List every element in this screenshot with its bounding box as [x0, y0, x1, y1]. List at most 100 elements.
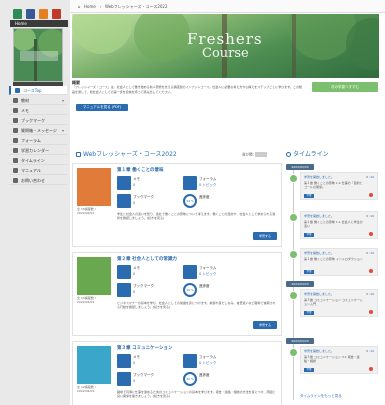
breadcrumb-home[interactable]: Home [84, 4, 96, 9]
section-header: Webフレッシャーズ・コース2022 [76, 151, 177, 159]
sidebar-home-label: Home [15, 21, 27, 26]
calendar-icon [13, 148, 18, 153]
timeline-entry[interactable]: 学習を開始しました。 0 :10 第１章 働くことの意味 1.2 仕事の「目的とゴー… [300, 172, 378, 200]
sidebar-top-icons [13, 9, 65, 19]
sidebar-item[interactable]: フォーラム [9, 136, 67, 145]
study-button[interactable]: 学習する [253, 232, 277, 240]
timeline-entry-body: 第３章 コミュニケーション 3.1 報告・連絡・相談 [304, 355, 360, 363]
chapter-title[interactable]: 第３章 コミュニケーション [117, 346, 172, 351]
timeline-entry[interactable]: 学習を開始しました。 0 :10 第１章 働くことの意味 1.1 社会人と学生の違い… [300, 211, 378, 239]
heart-icon[interactable] [369, 269, 373, 273]
sidebar-item-label: フォーラム [21, 138, 41, 143]
timeline-date: 2022/03/23 [286, 281, 314, 287]
chapter-description: 職場で円滑に仕事を進めるためのコミュニケーションの基本を学びます。報告・連絡・相… [117, 390, 276, 398]
chapter-caption: 全 10講座数 / 2022/04/01 [77, 296, 96, 304]
heart-icon[interactable] [369, 310, 373, 314]
forum-icon [183, 354, 197, 368]
progress-stat: 24 % 進捗度 [183, 194, 239, 208]
sidebar-item[interactable]: ブックマーク [9, 116, 67, 125]
memo-stat[interactable]: メモ 0 [117, 176, 173, 190]
heart-icon[interactable] [369, 367, 373, 371]
chapter-title[interactable]: 第１章 働くことの意味 [117, 168, 164, 173]
memo-stat[interactable]: メモ 0 [117, 354, 173, 368]
timeline-entry-tag: 学習 [304, 311, 314, 315]
bookmark-icon [117, 283, 131, 297]
timeline-entry-tag: 学習 [304, 194, 314, 198]
timeline-entry-title: 学習を開始しました。 [304, 292, 335, 296]
sidebar-item-label: コースTop [23, 88, 42, 93]
logout-icon[interactable] [52, 9, 61, 19]
clock-icon [286, 152, 291, 157]
bookmark-stat[interactable]: ブックマーク 0 [117, 372, 173, 386]
bookmark-icon [117, 372, 131, 386]
sidebar-item[interactable]: お問い合わせ [9, 176, 67, 185]
sidebar-item[interactable]: コースTop [9, 86, 67, 95]
chapter-title[interactable]: 第２章 社会人としての常識力 [117, 257, 177, 262]
notification-icon[interactable] [39, 9, 48, 19]
next-lesson-button[interactable]: 次の学習へすすむ [312, 82, 378, 92]
bookmark-label: ブックマーク [133, 195, 154, 199]
chapter-thumbnail[interactable] [77, 168, 111, 206]
home-icon[interactable] [13, 9, 22, 19]
bookmark-stat[interactable]: ブックマーク 0 [117, 194, 173, 208]
chapter-thumbnail[interactable] [77, 346, 111, 384]
progress-stat: 10 % 進捗度 [183, 283, 239, 297]
memo-label: メモ [133, 266, 140, 270]
manual-pdf-button[interactable]: マニュアルを見る (PDF) [76, 104, 128, 111]
sort-control[interactable]: 並び順: [242, 152, 267, 158]
sidebar-item[interactable]: 質問箱・メッセージ ▾ [9, 126, 67, 135]
course-thumbnail[interactable] [13, 28, 63, 82]
heart-icon[interactable] [369, 193, 373, 197]
breadcrumb-course: Webフレッシャーズ・コース2022 [105, 4, 168, 9]
study-button[interactable]: 学習する [253, 321, 277, 329]
timeline-icon [13, 158, 18, 163]
sort-label: 並び順: [242, 152, 254, 157]
course-card: 全 12講座数 / 2022/04/01 第３章 コミュニケーション メモ 0 フォーラ… [72, 341, 282, 405]
sidebar-item[interactable]: タイムライン [9, 156, 67, 165]
timeline-date: 2022/03/23 [286, 338, 314, 344]
timeline-entry-body: 第１章 働くことの意味 1.2 仕事の「目的とゴールの関係」 [304, 181, 363, 189]
home-breadcrumb-icon[interactable]: ⌂ [78, 4, 81, 9]
chapter-description: 学生と社会人の違いを知り、会社で働くことの意味について考えます。働くことの目的や… [117, 212, 276, 220]
sidebar-home-header[interactable]: Home [10, 20, 68, 27]
sidebar-item[interactable]: マニュアル [9, 166, 67, 175]
bookmark-count: 0 [133, 201, 136, 205]
memo-icon [117, 354, 131, 368]
bookmark-icon [117, 194, 131, 208]
sidebar-item-label: 質問箱・メッセージ [21, 128, 57, 133]
mail-icon [13, 178, 18, 183]
chevron-down-icon: ▾ [61, 98, 64, 103]
forum-stat[interactable]: フォーラム 0 トピック [183, 176, 239, 190]
chevron-down-icon: ▾ [61, 128, 64, 133]
timeline-entry[interactable]: 学習を開始しました。 0 :10 第３章 コミュニケーション 3.1 報告・連絡・相… [300, 346, 378, 374]
facebook-icon[interactable] [26, 9, 35, 19]
memo-stat[interactable]: メモ 0 [117, 265, 173, 279]
timeline-entry[interactable]: 学習を開始しました。 0 :10 第３章 コミュニケーション コミュニケーション入門… [300, 289, 378, 317]
sort-select[interactable] [254, 152, 267, 157]
heart-icon[interactable] [369, 232, 373, 236]
progress-label: 進捗度 [199, 284, 210, 288]
memo-icon [117, 176, 131, 190]
progress-ring: 10 % [183, 372, 197, 386]
breadcrumb-separator-icon: › [100, 4, 102, 9]
sidebar-item[interactable]: 教材 ▾ [9, 96, 67, 105]
bookmark-stat[interactable]: ブックマーク 0 [117, 283, 173, 297]
forum-label: フォーラム [199, 177, 217, 181]
forum-stat[interactable]: フォーラム 0 トピック [183, 354, 239, 368]
timeline-more-link[interactable]: タイムラインをもっと見る [300, 394, 342, 399]
forum-stat[interactable]: フォーラム 0 トピック [183, 265, 239, 279]
timeline-entry[interactable]: 学習を開始しました。 0 :10 第１章 働くことの意味 イントロダクション 学習 [300, 248, 378, 276]
banner-subtitle: Course [202, 46, 249, 61]
chapter-thumbnail[interactable] [77, 257, 111, 295]
sidebar-item-label: メモ [21, 108, 29, 113]
chapter-caption: 全 16講座数 / 2022/04/01 [77, 207, 96, 215]
memo-count: 0 [133, 272, 136, 276]
sidebar-item[interactable]: メモ [9, 106, 67, 115]
timeline-entry-body: 第３章 コミュニケーション コミュニケーション入門 [304, 298, 363, 306]
progress-label: 進捗度 [199, 373, 210, 377]
timeline-entry-title: 学習を開始しました。 [304, 214, 335, 218]
app-root: Home コースTop 教材 ▾ メモ ブックマーク 質問箱・メッセージ ▾ フォーラム 学習カ… [0, 0, 385, 405]
timeline-entry-tag: 学習 [304, 233, 314, 237]
sidebar-item[interactable]: 学習カレンダー [9, 146, 67, 155]
timeline-entry-title: 学習を開始しました。 [304, 175, 335, 179]
